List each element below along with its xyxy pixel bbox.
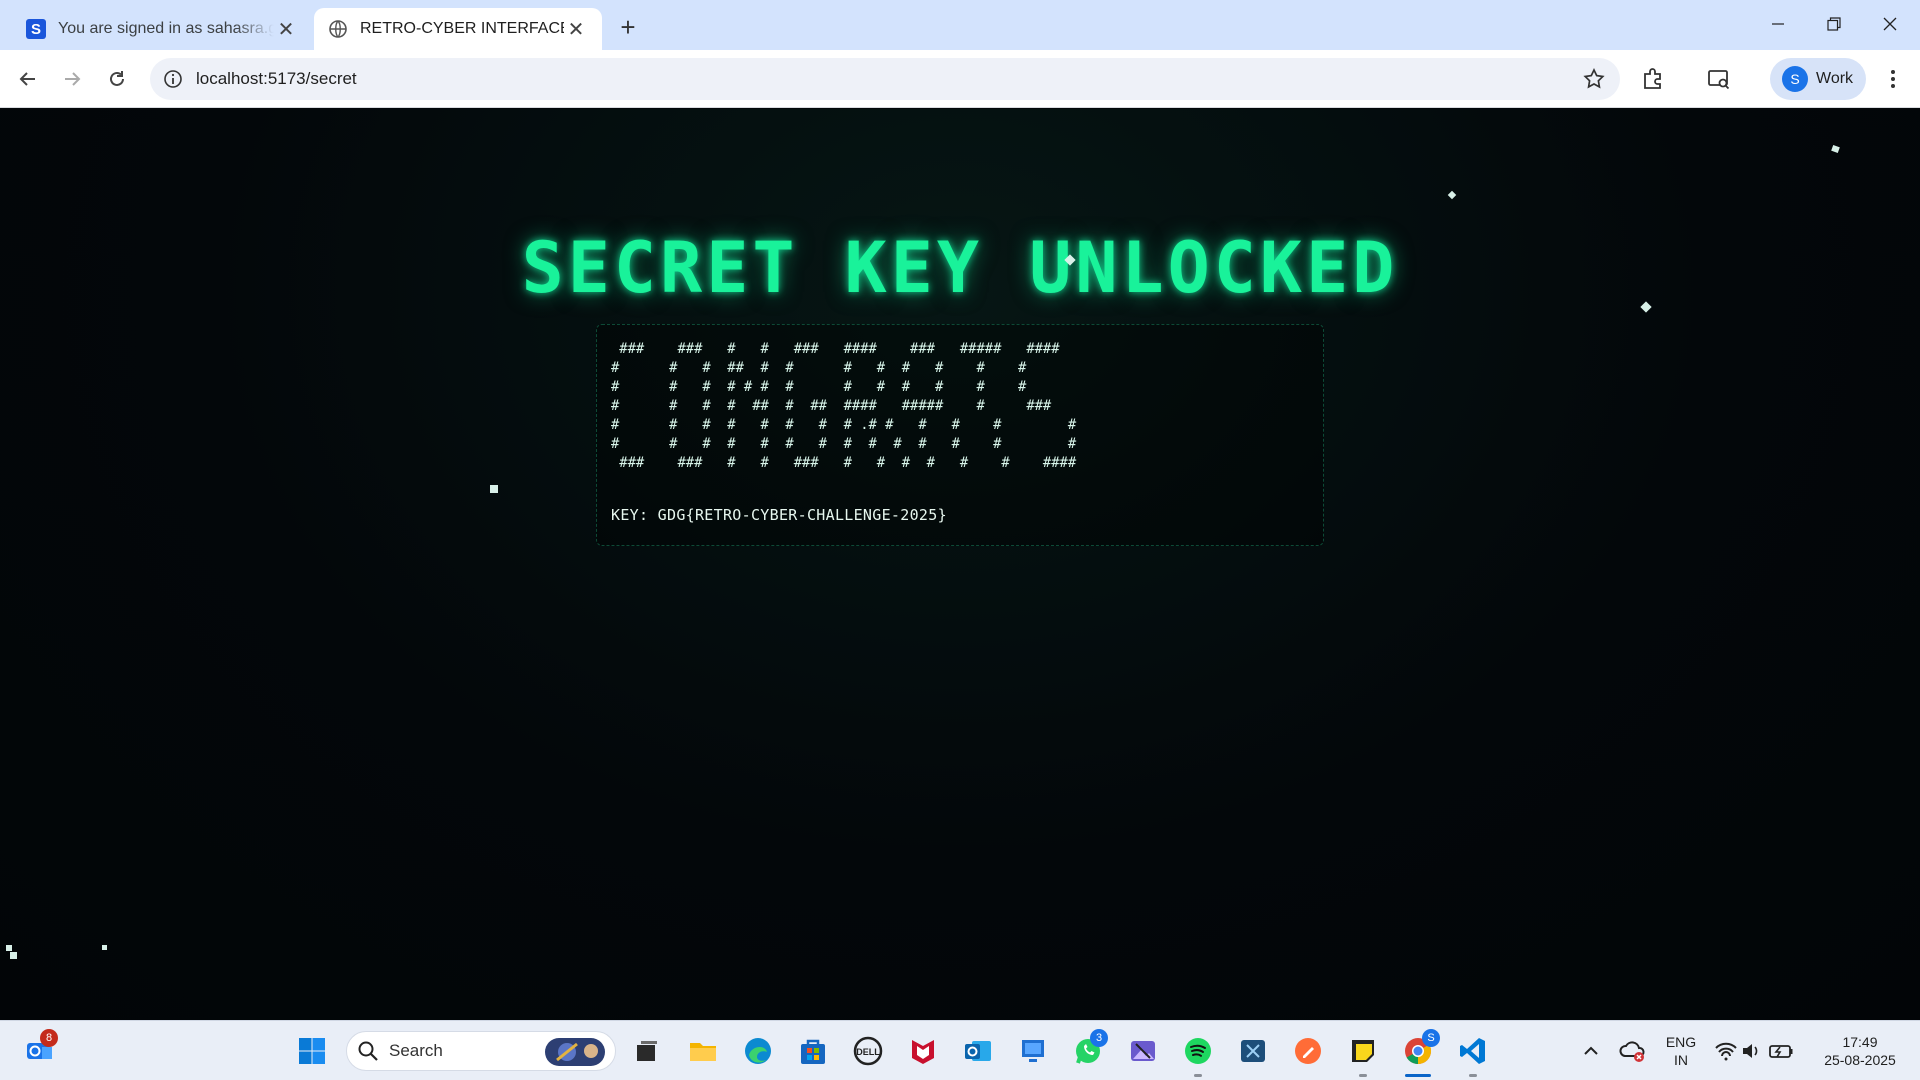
notification-badge: 8 bbox=[40, 1029, 58, 1047]
search-placeholder: Search bbox=[389, 1041, 443, 1060]
back-button[interactable] bbox=[12, 63, 44, 95]
site-info-icon[interactable] bbox=[162, 68, 184, 90]
particle bbox=[10, 952, 17, 959]
photo-app-icon[interactable] bbox=[1125, 1033, 1161, 1069]
s-favicon-icon: S bbox=[26, 19, 46, 39]
restore-icon bbox=[1827, 17, 1841, 31]
chevron-up-icon bbox=[1584, 1046, 1598, 1055]
globe-icon bbox=[329, 20, 347, 38]
task-view-icon[interactable] bbox=[629, 1033, 665, 1069]
page-title: SECRET KEY UNLOCKED bbox=[521, 227, 1399, 309]
edge-browser-icon[interactable] bbox=[740, 1033, 776, 1069]
vscode-icon[interactable] bbox=[1455, 1033, 1491, 1069]
arrow-left-icon bbox=[19, 72, 35, 86]
forward-button[interactable] bbox=[56, 63, 88, 95]
browser-toolbar: localhost:5173/secret S Work bbox=[0, 50, 1920, 108]
profile-label: Work bbox=[1816, 70, 1854, 87]
terminal-panel: ### ### # # ### #### ### ##### #### # # … bbox=[596, 324, 1324, 546]
chrome-icon[interactable]: S bbox=[1400, 1029, 1440, 1069]
browser-tab-strip: S You are signed in as sahasra.g2 ✕ RETR… bbox=[0, 0, 1920, 50]
minimize-icon bbox=[1772, 23, 1784, 25]
outlook-app-icon[interactable]: 8 bbox=[22, 1029, 58, 1069]
running-indicator bbox=[1359, 1074, 1367, 1077]
close-window-button[interactable] bbox=[1870, 6, 1910, 42]
windows-taskbar: 8 Search DELL 3 S ENG IN 17:49 25-08-202… bbox=[0, 1020, 1920, 1080]
start-button[interactable] bbox=[294, 1033, 330, 1069]
search-highlight-image bbox=[545, 1038, 605, 1066]
outlook-new-icon[interactable] bbox=[960, 1033, 996, 1069]
url-text[interactable]: localhost:5173/secret bbox=[196, 69, 357, 89]
close-icon[interactable]: ✕ bbox=[274, 17, 298, 41]
snipping-tool-icon[interactable] bbox=[1235, 1033, 1271, 1069]
time-label: 17:49 bbox=[1842, 1034, 1878, 1050]
active-app-indicator bbox=[1405, 1074, 1431, 1077]
input-language[interactable]: ENG IN bbox=[1660, 1033, 1702, 1069]
dell-app-icon[interactable]: DELL bbox=[850, 1033, 886, 1069]
reload-icon bbox=[110, 71, 124, 86]
particle bbox=[102, 945, 107, 950]
tab-title: RETRO-CYBER INTERFACE bbox=[360, 20, 564, 37]
spotify-icon[interactable] bbox=[1180, 1033, 1216, 1069]
tab-retro-cyber[interactable]: RETRO-CYBER INTERFACE ✕ bbox=[314, 8, 602, 50]
search-icon bbox=[358, 1041, 378, 1061]
windows-logo-icon bbox=[299, 1038, 325, 1064]
svg-text:DELL: DELL bbox=[856, 1047, 880, 1057]
page-content: SECRET KEY UNLOCKED ### ### # # ### ####… bbox=[0, 109, 1920, 1020]
postman-icon[interactable] bbox=[1290, 1033, 1326, 1069]
microsoft-store-icon[interactable] bbox=[795, 1033, 831, 1069]
extensions-puzzle-icon[interactable] bbox=[1640, 66, 1666, 92]
clock[interactable]: 17:49 25-08-2025 bbox=[1810, 1033, 1910, 1069]
close-icon[interactable]: ✕ bbox=[564, 17, 588, 41]
wifi-icon bbox=[1715, 1042, 1737, 1061]
battery-icon bbox=[1769, 1045, 1793, 1058]
close-icon bbox=[1883, 17, 1897, 31]
mcafee-icon[interactable] bbox=[905, 1033, 941, 1069]
tab-signed-in[interactable]: S You are signed in as sahasra.g2 ✕ bbox=[14, 8, 310, 50]
tab-title: You are signed in as sahasra.g2 bbox=[58, 20, 274, 37]
language-label: ENG bbox=[1665, 1034, 1697, 1050]
particle bbox=[490, 485, 498, 493]
address-bar[interactable]: localhost:5173/secret bbox=[150, 58, 1620, 100]
avatar: S bbox=[1782, 66, 1808, 92]
bookmark-star-icon[interactable] bbox=[1582, 67, 1606, 91]
whatsapp-icon[interactable]: 3 bbox=[1070, 1029, 1108, 1069]
more-menu-icon[interactable] bbox=[1880, 66, 1906, 92]
running-indicator bbox=[1194, 1074, 1202, 1077]
show-hidden-icons-button[interactable] bbox=[1573, 1033, 1609, 1069]
ascii-art-banner: ### ### # # ### #### ### ##### #### # # … bbox=[611, 341, 1077, 471]
restore-button[interactable] bbox=[1814, 6, 1854, 42]
reload-button[interactable] bbox=[101, 63, 133, 95]
particle bbox=[1447, 190, 1457, 200]
date-label: 25-08-2025 bbox=[1824, 1052, 1896, 1068]
sticky-notes-icon[interactable] bbox=[1345, 1033, 1381, 1069]
notification-badge: 3 bbox=[1090, 1029, 1108, 1047]
profile-button[interactable]: S Work bbox=[1770, 58, 1866, 100]
system-tray-quick-settings[interactable] bbox=[1710, 1033, 1800, 1069]
arrow-right-icon bbox=[65, 72, 81, 86]
file-explorer-icon[interactable] bbox=[685, 1033, 721, 1069]
region-label: IN bbox=[1674, 1052, 1688, 1068]
particle bbox=[1831, 144, 1840, 154]
taskbar-search[interactable]: Search bbox=[346, 1031, 616, 1071]
onedrive-status-icon[interactable] bbox=[1615, 1033, 1651, 1069]
particle bbox=[6, 945, 12, 951]
profile-badge: S bbox=[1422, 1029, 1440, 1047]
secret-key-text: KEY: GDG{RETRO-CYBER-CHALLENGE-2025} bbox=[611, 506, 947, 524]
new-tab-button[interactable]: + bbox=[614, 12, 642, 42]
minimize-button[interactable] bbox=[1758, 6, 1798, 42]
running-indicator bbox=[1469, 1074, 1477, 1077]
tab-search-icon[interactable] bbox=[1706, 66, 1732, 92]
remote-desktop-icon[interactable] bbox=[1015, 1033, 1051, 1069]
volume-icon bbox=[1743, 1044, 1758, 1058]
